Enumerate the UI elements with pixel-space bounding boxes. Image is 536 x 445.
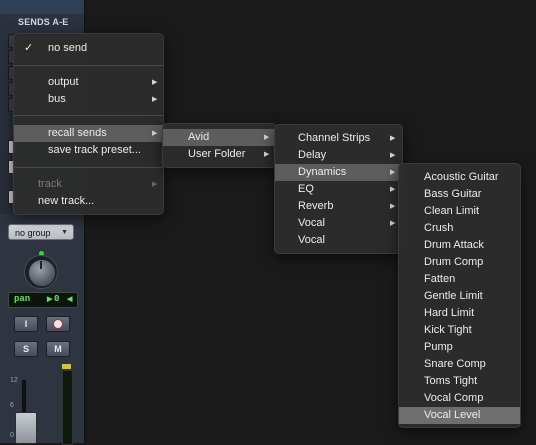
submenu-arrow-icon: ▶ — [264, 134, 270, 141]
menu-item-pump[interactable]: Pump — [399, 339, 520, 356]
submenu-arrow-icon: ▶ — [390, 135, 396, 142]
group-select[interactable]: no group ▼ — [8, 224, 74, 240]
arrow-left-icon: ◀ — [67, 296, 73, 304]
checkmark-icon: ✓ — [24, 42, 34, 54]
menu-item-vocal[interactable]: Vocal — [275, 232, 402, 249]
dynamics-preset-menu: Acoustic Guitar Bass Guitar Clean Limit … — [398, 163, 521, 428]
menu-item-new-track[interactable]: new track... — [14, 193, 163, 210]
menu-item-bus[interactable]: bus ▶ — [14, 91, 163, 108]
sends-label: SENDS A-E — [18, 17, 69, 27]
menu-item-track: track ▶ — [14, 176, 163, 193]
level-meter — [62, 370, 73, 445]
submenu-arrow-icon: ▶ — [152, 181, 158, 188]
menu-item-avid[interactable]: Avid ▶ — [163, 129, 276, 146]
mute-button[interactable]: M — [46, 341, 70, 357]
send-menu: ✓ no send output ▶ bus ▶ recall sends ▶ … — [13, 33, 164, 215]
menu-item-bass-guitar[interactable]: Bass Guitar — [399, 186, 520, 203]
menu-item-snare-comp[interactable]: Snare Comp — [399, 356, 520, 373]
submenu-arrow-icon: ▶ — [390, 186, 396, 193]
fader-scale-0: 0 — [10, 432, 14, 439]
preset-category-menu: Channel Strips ▶ Delay ▶ Dynamics ▶ EQ ▶… — [274, 124, 403, 254]
submenu-arrow-icon: ▶ — [390, 152, 396, 159]
menu-item-drum-comp[interactable]: Drum Comp — [399, 254, 520, 271]
menu-item-user-folder[interactable]: User Folder ▶ — [163, 146, 276, 163]
menu-item-fatten[interactable]: Fatten — [399, 271, 520, 288]
menu-item-recall-sends[interactable]: recall sends ▶ — [14, 125, 163, 142]
menu-separator — [14, 115, 163, 116]
strip-header — [0, 0, 84, 14]
volume-fader[interactable] — [15, 412, 37, 444]
submenu-arrow-icon: ▶ — [390, 220, 396, 227]
menu-item-channel-strips[interactable]: Channel Strips ▶ — [275, 130, 402, 147]
menu-item-acoustic-guitar[interactable]: Acoustic Guitar — [399, 169, 520, 186]
submenu-arrow-icon: ▶ — [152, 96, 158, 103]
menu-item-kick-tight[interactable]: Kick Tight — [399, 322, 520, 339]
menu-separator — [14, 65, 163, 66]
record-button[interactable] — [46, 316, 70, 332]
pan-label: pan — [14, 294, 31, 304]
menu-item-save-track-preset[interactable]: save track preset... — [14, 142, 163, 159]
menu-item-crush[interactable]: Crush — [399, 220, 520, 237]
meter-clip-indicator — [62, 364, 71, 369]
menu-separator — [14, 167, 163, 168]
chevron-down-icon: ▼ — [61, 229, 68, 236]
menu-item-no-send[interactable]: ✓ no send — [14, 40, 163, 57]
menu-item-output[interactable]: output ▶ — [14, 74, 163, 91]
fader-scale-12: 12 — [10, 377, 18, 384]
pan-value: 0 — [54, 294, 60, 304]
pan-readout[interactable]: pan ▶ 0 ◀ — [8, 292, 78, 308]
menu-item-vocal-comp[interactable]: Vocal Comp — [399, 390, 520, 407]
fader-scale-6: 6 — [10, 402, 14, 409]
solo-button[interactable]: S — [14, 341, 38, 357]
input-button[interactable]: I — [14, 316, 38, 332]
submenu-arrow-icon: ▶ — [264, 151, 270, 158]
submenu-arrow-icon: ▶ — [152, 130, 158, 137]
menu-item-drum-attack[interactable]: Drum Attack — [399, 237, 520, 254]
menu-item-clean-limit[interactable]: Clean Limit — [399, 203, 520, 220]
submenu-arrow-icon: ▶ — [390, 203, 396, 210]
arrow-right-icon: ▶ — [47, 296, 53, 304]
menu-item-dynamics[interactable]: Dynamics ▶ — [275, 164, 402, 181]
menu-item-reverb[interactable]: Reverb ▶ — [275, 198, 402, 215]
submenu-arrow-icon: ▶ — [152, 79, 158, 86]
menu-item-hard-limit[interactable]: Hard Limit — [399, 305, 520, 322]
group-select-value: no group — [15, 228, 51, 238]
menu-item-vocal-level[interactable]: Vocal Level — [399, 407, 520, 424]
menu-item-delay[interactable]: Delay ▶ — [275, 147, 402, 164]
pan-knob[interactable] — [28, 259, 56, 287]
preset-folder-menu: Avid ▶ User Folder ▶ — [162, 123, 277, 168]
menu-item-gentle-limit[interactable]: Gentle Limit — [399, 288, 520, 305]
menu-item-toms-tight[interactable]: Toms Tight — [399, 373, 520, 390]
menu-item-vocal-folder[interactable]: Vocal ▶ — [275, 215, 402, 232]
submenu-arrow-icon: ▶ — [390, 169, 396, 176]
menu-item-eq[interactable]: EQ ▶ — [275, 181, 402, 198]
knob-pointer — [40, 261, 42, 269]
record-icon — [53, 318, 63, 329]
